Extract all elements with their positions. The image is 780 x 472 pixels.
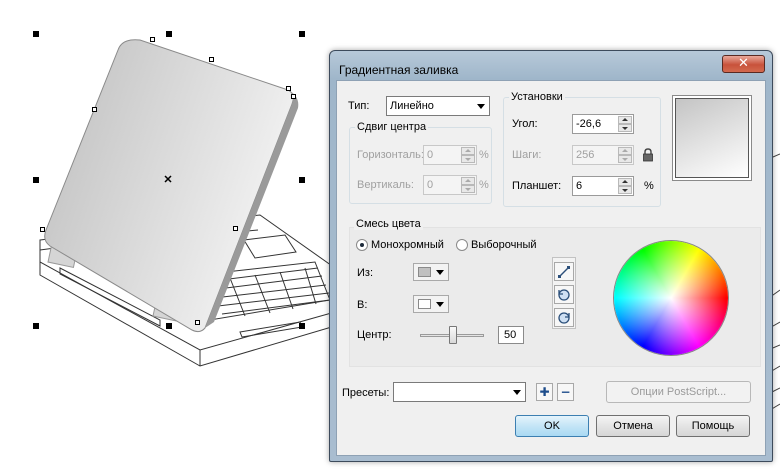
help-button[interactable]: Помощь xyxy=(676,415,750,437)
dialog-client-area: Тип: Линейно Сдвиг центра Горизонталь: 0… xyxy=(336,80,766,456)
horizontal-unit: % xyxy=(479,149,489,161)
close-icon: ✕ xyxy=(738,56,749,71)
type-label: Тип: xyxy=(348,100,370,112)
from-color-swatch xyxy=(418,267,431,277)
postscript-options-button[interactable]: Опции PostScript... xyxy=(606,381,751,403)
color-wheel[interactable] xyxy=(614,241,728,355)
chevron-down-icon xyxy=(513,390,521,395)
lock-icon xyxy=(643,148,653,162)
clockwise-blend-button[interactable] xyxy=(554,308,574,327)
ok-button[interactable]: OK xyxy=(515,415,589,437)
center-slider[interactable] xyxy=(420,326,484,344)
counterclockwise-blend-button[interactable] xyxy=(554,285,574,304)
center-offset-title: Сдвиг центра xyxy=(355,121,429,133)
angle-input[interactable]: -26,6 xyxy=(572,114,634,134)
pad-value: 6 xyxy=(576,180,583,192)
gradient-preview-swatch xyxy=(675,98,749,178)
type-select-value: Линейно xyxy=(390,100,434,112)
dialog-title: Градиентная заливка xyxy=(339,63,459,77)
monochrome-label[interactable]: Монохромный xyxy=(371,239,444,251)
to-color-swatch xyxy=(418,299,431,309)
pad-input[interactable]: 6 xyxy=(572,176,634,196)
settings-title: Установки xyxy=(509,91,565,103)
from-label: Из: xyxy=(357,267,374,279)
center-slider-thumb[interactable] xyxy=(449,326,457,344)
center-label: Центр: xyxy=(357,329,392,341)
color-blend-title: Смесь цвета xyxy=(354,218,423,230)
chevron-down-icon xyxy=(436,270,444,275)
diagonal-line-icon xyxy=(558,266,570,278)
dialog-titlebar[interactable]: Градиентная заливка ✕ xyxy=(330,51,772,81)
add-preset-button[interactable]: ✚ xyxy=(536,383,553,401)
center-value-input[interactable]: 50 xyxy=(498,326,524,344)
horizontal-label: Горизонталь: xyxy=(357,149,424,161)
vertical-unit: % xyxy=(479,179,489,191)
custom-label[interactable]: Выборочный xyxy=(471,239,537,251)
center-value: 50 xyxy=(504,329,517,341)
type-select[interactable]: Линейно xyxy=(386,96,490,116)
from-color-picker[interactable] xyxy=(413,263,449,281)
to-label: В: xyxy=(357,299,368,311)
close-button[interactable]: ✕ xyxy=(722,55,765,73)
monochrome-radio[interactable] xyxy=(356,239,368,251)
custom-radio[interactable] xyxy=(456,239,468,251)
direct-blend-button[interactable] xyxy=(554,262,574,281)
chevron-down-icon xyxy=(436,302,444,307)
steps-value: 256 xyxy=(576,149,595,161)
to-color-picker[interactable] xyxy=(413,295,449,313)
gradient-preview xyxy=(672,95,752,181)
angle-value: -26,6 xyxy=(576,118,602,130)
presets-select[interactable] xyxy=(393,382,526,402)
vertical-spinner[interactable] xyxy=(461,177,475,193)
horizontal-offset-value: 0 xyxy=(427,149,434,161)
steps-label: Шаги: xyxy=(512,149,542,161)
pad-spinner[interactable] xyxy=(618,178,632,194)
presets-label: Пресеты: xyxy=(342,387,390,399)
vertical-label: Вертикаль: xyxy=(357,179,414,191)
steps-input[interactable]: 256 xyxy=(572,145,634,165)
horizontal-offset-input[interactable]: 0 xyxy=(423,145,477,165)
remove-icon: − xyxy=(560,385,571,399)
vertical-offset-input[interactable]: 0 xyxy=(423,175,477,195)
cancel-button[interactable]: Отмена xyxy=(596,415,670,437)
counterclockwise-icon xyxy=(558,289,570,301)
clockwise-icon xyxy=(558,312,570,324)
chevron-down-icon xyxy=(477,104,485,109)
pad-unit: % xyxy=(644,180,654,192)
vertical-offset-value: 0 xyxy=(427,179,434,191)
pad-label: Планшет: xyxy=(512,180,562,192)
remove-preset-button[interactable]: − xyxy=(557,383,574,401)
angle-spinner[interactable] xyxy=(618,116,632,132)
angle-label: Угол: xyxy=(512,118,538,130)
gradient-fill-dialog: Градиентная заливка ✕ Тип: Линейно Сдвиг… xyxy=(329,50,773,462)
steps-spinner[interactable] xyxy=(618,147,632,163)
add-icon: ✚ xyxy=(539,385,550,399)
steps-lock-button[interactable] xyxy=(639,145,655,164)
horizontal-spinner[interactable] xyxy=(461,147,475,163)
